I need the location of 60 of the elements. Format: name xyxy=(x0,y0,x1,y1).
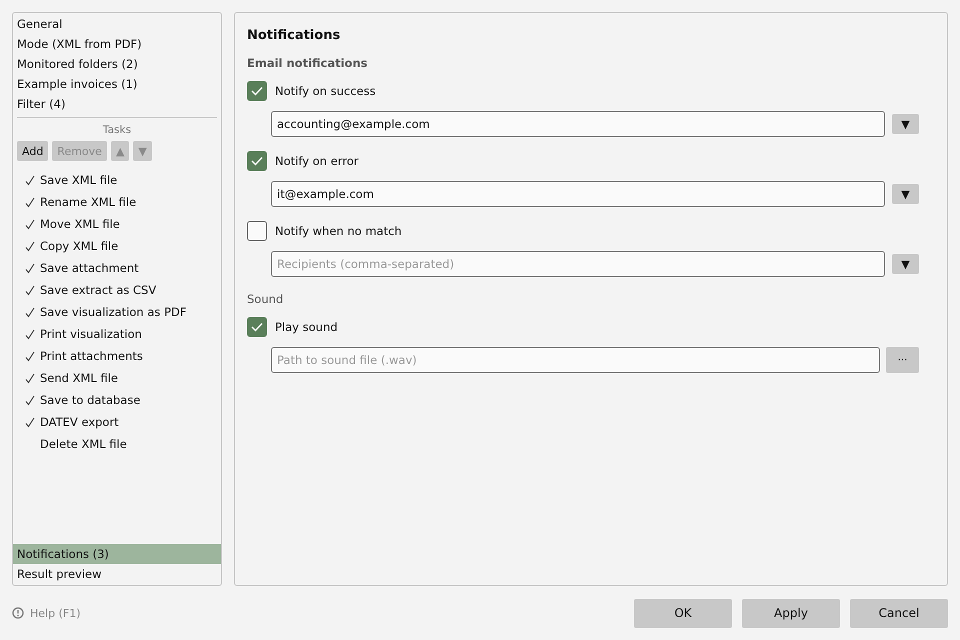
task-item[interactable]: Print visualization xyxy=(13,323,221,345)
dropdown-button[interactable]: ▼ xyxy=(892,114,919,134)
checkmark-icon xyxy=(25,350,35,362)
input-field[interactable]: it@example.com xyxy=(271,181,885,207)
nav-item[interactable]: Example invoices (1) xyxy=(13,74,221,94)
dialog-button[interactable]: Apply xyxy=(742,598,840,628)
checkmark-icon xyxy=(25,196,35,208)
checkmark-icon xyxy=(25,372,35,384)
checkbox-label: Notify on success xyxy=(275,84,376,98)
nav-item[interactable]: Monitored folders (2) xyxy=(13,54,221,74)
nav-item[interactable]: Filter (4) xyxy=(13,94,221,114)
nav-item[interactable]: Result preview xyxy=(13,564,221,584)
nav-item[interactable]: Notifications (3) xyxy=(13,544,221,564)
checkmark-icon xyxy=(25,174,35,186)
checkbox-label: Play sound xyxy=(275,320,338,334)
checkbox-label: Notify on error xyxy=(275,154,358,168)
checkmark-icon xyxy=(251,322,263,332)
checkmark-icon xyxy=(25,394,35,406)
checkmark-icon xyxy=(25,416,35,428)
checkbox[interactable] xyxy=(247,317,267,337)
dropdown-button[interactable]: ▼ xyxy=(892,184,919,204)
input-field[interactable]: Path to sound file (.wav) xyxy=(271,347,880,373)
checkbox[interactable] xyxy=(247,151,267,171)
task-item[interactable]: Send XML file xyxy=(13,367,221,389)
help-icon xyxy=(12,607,24,619)
checkmark-icon xyxy=(251,86,263,96)
task-item[interactable]: Save to database xyxy=(13,389,221,411)
section-heading: Sound xyxy=(247,291,284,307)
checkmark-icon xyxy=(25,218,35,230)
dropdown-button[interactable]: ▼ xyxy=(892,254,919,274)
dialog-button[interactable]: Cancel xyxy=(850,598,948,628)
task-item[interactable]: Copy XML file xyxy=(13,235,221,257)
task-item[interactable]: DATEV export xyxy=(13,411,221,433)
task-item[interactable]: Save extract as CSV xyxy=(13,279,221,301)
dialog-button[interactable]: OK xyxy=(634,598,732,628)
checkmark-icon xyxy=(25,284,35,296)
task-item[interactable]: Rename XML file xyxy=(13,191,221,213)
checkmark-icon xyxy=(25,328,35,340)
input-field[interactable]: accounting@example.com xyxy=(271,111,885,137)
checkmark-icon xyxy=(251,156,263,166)
checkbox[interactable] xyxy=(247,221,267,241)
task-item[interactable]: Delete XML file xyxy=(13,433,221,455)
task-item[interactable]: Move XML file xyxy=(13,213,221,235)
task-item[interactable]: Save visualization as PDF xyxy=(13,301,221,323)
section-heading: Email notifications xyxy=(247,55,368,71)
task-item[interactable]: Save attachment xyxy=(13,257,221,279)
checkbox-label: Notify when no match xyxy=(275,224,402,238)
nav-item[interactable]: General xyxy=(13,14,221,34)
input-field[interactable]: Recipients (comma-separated) xyxy=(271,251,885,277)
checkmark-icon xyxy=(25,262,35,274)
nav-item[interactable]: Mode (XML from PDF) xyxy=(13,34,221,54)
task-button[interactable]: Add xyxy=(17,141,48,161)
checkmark-icon xyxy=(25,306,35,318)
checkbox[interactable] xyxy=(247,81,267,101)
dropdown-button[interactable]: ··· xyxy=(886,347,919,373)
task-item[interactable]: Save XML file xyxy=(13,169,221,191)
checkmark-icon xyxy=(25,240,35,252)
tasks-label: Tasks xyxy=(102,123,132,138)
task-item[interactable]: Print attachments xyxy=(13,345,221,367)
panel-title: Notifications xyxy=(247,27,342,45)
